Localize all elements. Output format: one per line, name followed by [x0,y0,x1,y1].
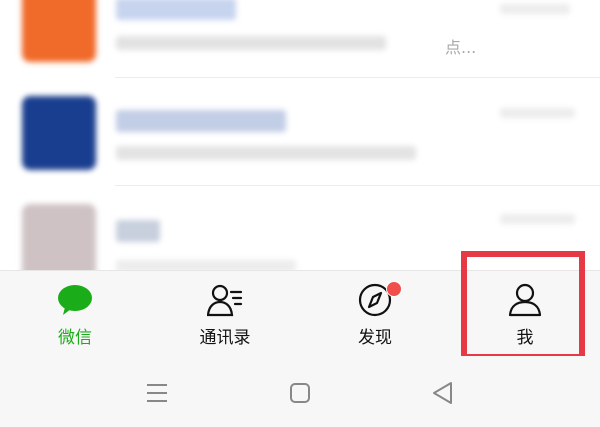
menu-icon[interactable] [140,376,174,410]
chat-avatar [22,96,96,170]
tab-contacts[interactable]: 通讯录 [150,271,300,357]
chat-list: 点... [0,0,600,270]
tab-chats[interactable]: 微信 [0,271,150,357]
chat-name [116,0,236,20]
chat-item[interactable] [0,78,600,186]
tab-discover[interactable]: 发现 [300,271,450,357]
bottom-tab-bar: 微信 通讯录 发现 我 [0,270,600,357]
chat-name [116,110,286,132]
chat-item[interactable]: 点... [0,0,600,78]
tab-label: 通讯录 [199,328,251,348]
chat-preview [116,36,386,50]
chat-bubble-icon [58,285,92,315]
back-icon[interactable] [426,376,460,410]
chat-time [500,4,570,14]
chat-more-text: 点... [445,38,477,57]
contacts-icon [207,284,243,317]
chat-avatar [22,204,96,270]
chat-preview [116,146,416,160]
home-icon[interactable] [283,376,317,410]
tab-me[interactable]: 我 [450,271,600,357]
person-icon [508,283,542,317]
chat-time [500,108,575,118]
tab-label: 发现 [358,328,392,348]
tab-label: 微信 [58,328,92,348]
discover-badge-dot [386,281,402,297]
chat-preview [116,260,296,270]
chat-name [116,220,160,242]
chat-avatar [22,0,96,62]
chat-item[interactable] [0,186,600,270]
system-nav-bar [0,356,600,427]
tab-label: 我 [516,328,534,348]
chat-time [500,214,575,224]
